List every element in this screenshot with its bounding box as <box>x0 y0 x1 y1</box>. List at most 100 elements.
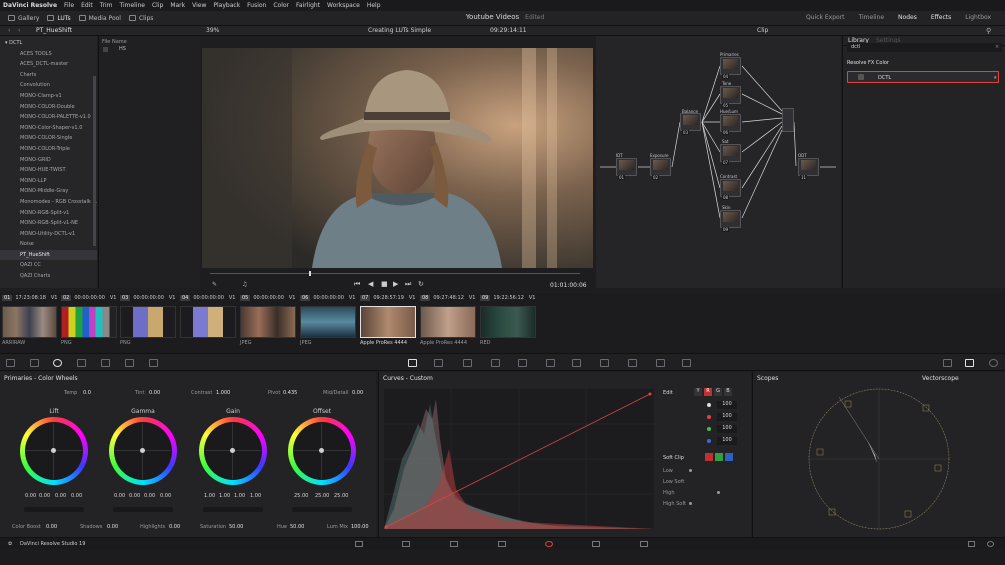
menu-color[interactable]: Color <box>273 2 289 9</box>
softclip-b[interactable] <box>725 453 733 461</box>
edit-value-b[interactable]: 100 <box>717 437 737 445</box>
lut-item[interactable]: MONO-COLOR-Single <box>0 133 97 144</box>
cut-page-icon[interactable] <box>402 541 410 547</box>
settings-icon[interactable] <box>987 541 994 547</box>
offset-r[interactable]: 25.00 <box>294 493 308 499</box>
gamma-wheel[interactable] <box>109 417 177 485</box>
lut-item[interactable]: QAZI CC <box>0 260 97 271</box>
node-idt[interactable] <box>616 158 637 176</box>
qualifier-icon[interactable] <box>463 359 472 367</box>
node-editor[interactable]: IDT 01 Exposure 02 Balance 03 Primaries … <box>596 36 841 288</box>
temp-value[interactable]: 0.0 <box>83 390 91 396</box>
deliver-page-icon[interactable] <box>640 541 648 547</box>
sizing-icon[interactable] <box>628 359 637 367</box>
menu-fusion[interactable]: Fusion <box>247 2 266 9</box>
lut-item[interactable]: MONO-LLP <box>0 176 97 187</box>
camera-raw-icon[interactable] <box>6 359 15 367</box>
channel-r[interactable]: R <box>704 388 712 396</box>
gain-b[interactable]: 1.00 <box>250 493 261 499</box>
middetail-value[interactable]: 0.00 <box>352 390 363 396</box>
window-icon[interactable] <box>491 359 500 367</box>
menu-clip[interactable]: Clip <box>152 2 163 9</box>
menu-view[interactable]: View <box>192 2 206 9</box>
curves-icon[interactable] <box>408 359 417 367</box>
gamma-r[interactable]: 0.00 <box>129 493 140 499</box>
color-wheels-icon[interactable] <box>53 359 62 367</box>
channel-g[interactable]: G <box>714 388 722 396</box>
menu-workspace[interactable]: Workspace <box>327 2 360 9</box>
softclip-g[interactable] <box>715 453 723 461</box>
menu-mark[interactable]: Mark <box>170 2 185 9</box>
channel-b[interactable]: B <box>724 388 732 396</box>
viewer-tools-icon[interactable]: ✎ <box>212 281 217 288</box>
lut-item[interactable]: MONO-Clamp-v1 <box>0 91 97 102</box>
go-to-start-icon[interactable]: ⏮ <box>354 280 360 289</box>
offset-b[interactable]: 25.00 <box>334 493 348 499</box>
pivot-value[interactable]: 0.435 <box>283 390 297 396</box>
clip-header-06[interactable]: 06 00:00:00:00 V1 <box>300 293 356 302</box>
contrast-value[interactable]: 1.000 <box>216 390 230 396</box>
lut-item[interactable]: MONO-COLOR-Double <box>0 102 97 113</box>
clip-header-07[interactable]: 07 09:28:57:19 V1 <box>360 293 416 302</box>
edit-value-y[interactable]: 100 <box>717 401 737 409</box>
offset-master-slider[interactable] <box>292 507 352 512</box>
gamma-puck[interactable] <box>140 448 145 453</box>
playhead[interactable] <box>309 271 311 276</box>
lift-g[interactable]: 0.00 <box>55 493 66 499</box>
menu-trim[interactable]: Trim <box>100 2 113 9</box>
clip-header-05[interactable]: 05 00:00:00:00 V1 <box>240 293 296 302</box>
node-skin[interactable] <box>720 210 741 228</box>
softclip-r[interactable] <box>705 453 713 461</box>
lut-folder-header[interactable]: ▾ DCTL <box>0 38 97 49</box>
chevron-left-icon[interactable]: ‹ <box>8 27 10 34</box>
lut-item[interactable]: PT_HueShift <box>0 249 97 261</box>
motion-effects-icon[interactable] <box>125 359 134 367</box>
softclip-low-knob[interactable] <box>689 469 692 472</box>
volume-icon[interactable]: ♫ <box>242 281 247 288</box>
gain-wheel[interactable] <box>199 417 267 485</box>
lift-master-slider[interactable] <box>24 507 84 512</box>
clip-header-09[interactable]: 09 19:22:56:12 V1 <box>480 293 536 302</box>
clip-thumb-01[interactable] <box>2 306 57 338</box>
lut-item[interactable]: ACES_DCTL-master <box>0 59 97 70</box>
clip-header-02[interactable]: 02 00:00:00:00 V1 <box>61 293 117 302</box>
node-exposure[interactable] <box>650 158 671 176</box>
clip-header-03[interactable]: 03 00:00:00:00 V1 <box>120 293 176 302</box>
rgb-mixer-icon[interactable] <box>77 359 86 367</box>
shadows-value[interactable]: 0.00 <box>107 524 118 530</box>
search-icon[interactable]: ⚲ <box>986 27 991 35</box>
clip-header-01[interactable]: 01 17:23:08:18 V1 <box>2 293 58 302</box>
color-page-icon[interactable] <box>545 541 553 547</box>
lut-scrollbar[interactable] <box>93 76 96 246</box>
vectorscope[interactable] <box>805 385 953 533</box>
colorboost-value[interactable]: 0.00 <box>46 524 57 530</box>
quick-export-button[interactable]: Quick Export <box>806 14 845 21</box>
saturation-value[interactable]: 50.00 <box>229 524 243 530</box>
scrubber-track[interactable] <box>210 273 580 274</box>
menu-fairlight[interactable]: Fairlight <box>296 2 320 9</box>
gamma-y[interactable]: 0.00 <box>114 493 125 499</box>
hue-value[interactable]: 50.00 <box>290 524 304 530</box>
nodes-button[interactable]: Nodes <box>898 14 917 21</box>
lift-wheel[interactable] <box>20 417 88 485</box>
fusion-page-icon[interactable] <box>498 541 506 547</box>
clip-thumb-04[interactable] <box>180 306 236 338</box>
curve-point-end[interactable] <box>648 392 652 396</box>
lift-puck[interactable] <box>51 448 56 453</box>
color-match-icon[interactable] <box>30 359 39 367</box>
curve-graph[interactable] <box>384 389 654 529</box>
scopes-icon[interactable] <box>965 359 974 367</box>
keyframes-icon[interactable] <box>149 359 158 367</box>
blur-icon[interactable] <box>572 359 581 367</box>
tint-value[interactable]: 0.00 <box>149 390 160 396</box>
offset-puck[interactable] <box>319 448 324 453</box>
node-odt[interactable] <box>798 158 819 176</box>
lut-item[interactable]: MONO-COLOR-PALETTE-v1.0 <box>0 112 97 123</box>
lut-item[interactable]: MONO-Utility-DCTL-v1 <box>0 229 97 240</box>
lut-item[interactable]: ACES TOOLS <box>0 49 97 60</box>
play-icon[interactable]: ▶ <box>393 280 398 288</box>
menu-timeline[interactable]: Timeline <box>119 2 145 9</box>
gamma-b[interactable]: 0.00 <box>160 493 171 499</box>
magic-mask-icon[interactable] <box>546 359 555 367</box>
edit-value-r[interactable]: 100 <box>717 413 737 421</box>
